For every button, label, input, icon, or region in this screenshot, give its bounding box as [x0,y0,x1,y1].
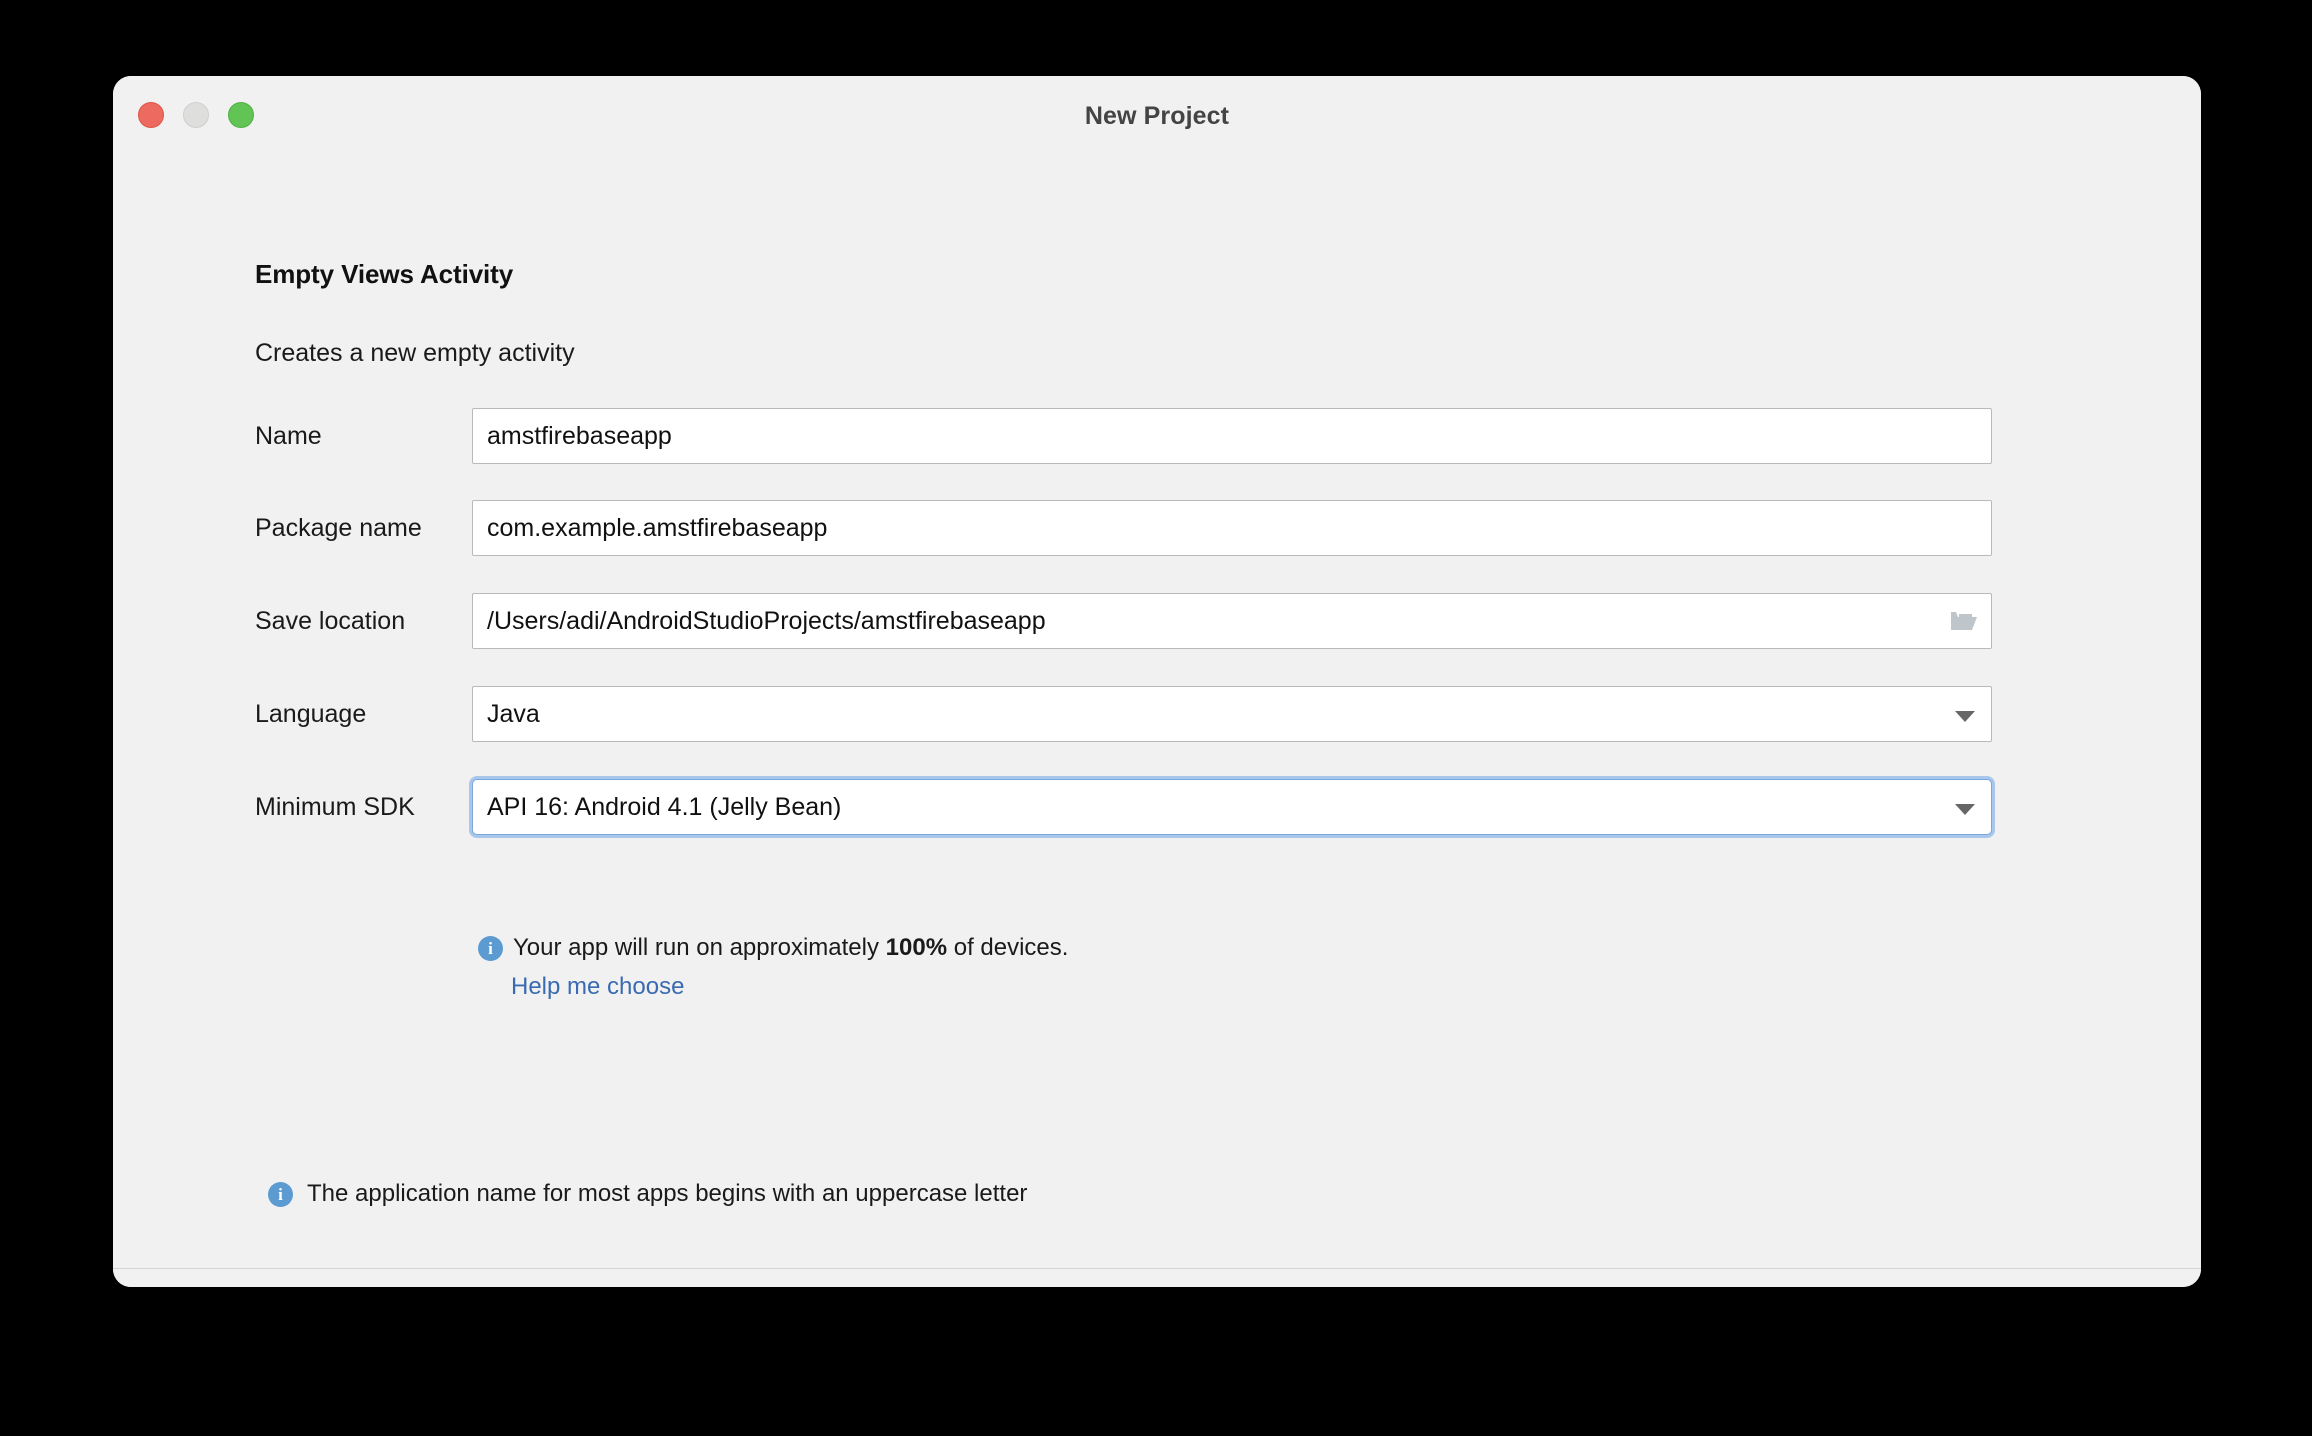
form-row-name: Name amstfirebaseapp [113,408,2201,464]
form-row-language: Language Java [113,686,2201,742]
new-project-dialog: New Project Empty Views Activity Creates… [113,76,2201,1287]
dialog-content: Empty Views Activity Creates a new empty… [113,150,2201,1287]
form-row-package-name: Package name com.example.amstfirebaseapp [113,500,2201,556]
save-location-input[interactable]: /Users/adi/AndroidStudioProjects/amstfir… [472,593,1992,649]
minimum-sdk-select-value: API 16: Android 4.1 (Jelly Bean) [487,793,842,821]
form-row-save-location: Save location /Users/adi/AndroidStudioPr… [113,593,2201,649]
page-title: Empty Views Activity [255,259,514,289]
sdk-coverage-percent: 100% [885,934,948,961]
sdk-coverage-prefix: Your app will run on approximately [513,934,886,961]
package-name-input[interactable]: com.example.amstfirebaseapp [472,500,1992,556]
language-select[interactable]: Java [472,686,1992,742]
dialog-footer: Cancel Previous Next Finish [113,1269,2201,1287]
save-location-input-value: /Users/adi/AndroidStudioProjects/amstfir… [487,607,1046,635]
label-language: Language [255,700,367,728]
label-save-location: Save location [255,607,406,635]
sdk-coverage-text: Your app will run on approximately 100% … [513,934,1068,962]
chevron-down-icon[interactable] [1955,711,1975,722]
help-me-choose-link[interactable]: Help me choose [511,973,684,1001]
label-package-name: Package name [255,514,422,542]
info-icon: i [478,935,503,961]
status-message: The application name for most apps begin… [307,1180,1028,1207]
titlebar: New Project [113,76,2201,150]
minimum-sdk-select[interactable]: API 16: Android 4.1 (Jelly Bean) [472,779,1992,835]
sdk-coverage-info: i Your app will run on approximately 100… [478,934,1068,962]
label-minimum-sdk: Minimum SDK [255,793,415,821]
window-title: New Project [1084,102,1230,130]
chevron-down-icon[interactable] [1955,804,1975,815]
sdk-coverage-suffix: of devices. [947,934,1069,961]
form-row-minimum-sdk: Minimum SDK API 16: Android 4.1 (Jelly B… [113,779,2201,835]
name-input[interactable]: amstfirebaseapp [472,408,1992,464]
status-bar: i The application name for most apps beg… [113,1170,2201,1218]
page-description: Creates a new empty activity [255,339,575,367]
package-name-input-value: com.example.amstfirebaseapp [487,514,828,542]
language-select-value: Java [487,700,540,728]
label-name: Name [255,422,322,450]
folder-icon[interactable] [1951,610,1977,632]
info-icon: i [268,1181,293,1207]
name-input-value: amstfirebaseapp [487,422,672,450]
